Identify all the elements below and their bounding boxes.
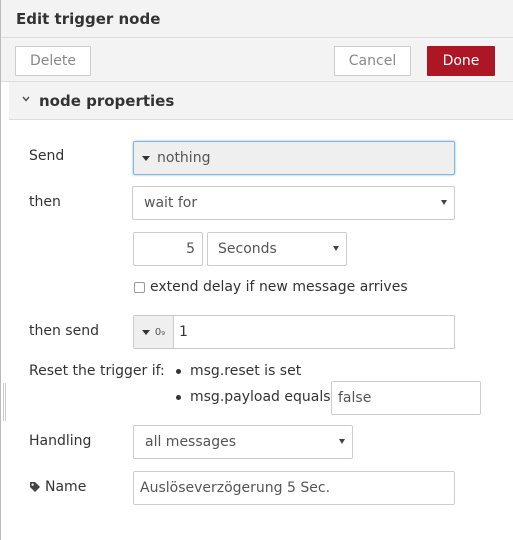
done-button[interactable]: Done xyxy=(427,46,495,76)
name-label: Name xyxy=(45,479,87,495)
cancel-button[interactable]: Cancel xyxy=(334,46,411,76)
section-title: node properties xyxy=(39,92,175,110)
caret-down-icon xyxy=(141,329,150,335)
name-input[interactable]: Auslöseverzögerung 5 Sec. xyxy=(133,471,455,505)
handling-select[interactable]: all messages xyxy=(133,425,353,459)
extend-delay-label: extend delay if new message arrives xyxy=(150,279,408,295)
handling-value: all messages xyxy=(145,434,237,450)
send-type-select[interactable]: nothing xyxy=(133,141,455,175)
bullet xyxy=(176,395,181,400)
extend-delay-checkbox[interactable] xyxy=(134,282,145,293)
reset-payload-value: false xyxy=(338,390,372,406)
tray-toolbar: Delete Cancel Done xyxy=(1,38,513,82)
handling-label: Handling xyxy=(29,433,92,449)
then-send-typed-input[interactable]: 0₉ 1 xyxy=(133,315,455,349)
number-type-icon: 0₉ xyxy=(154,326,166,338)
select-arrow-icon xyxy=(333,246,339,251)
reset-item-msg-reset: msg.reset is set xyxy=(190,363,302,379)
tray-title: Edit trigger node xyxy=(16,10,161,28)
duration-input[interactable]: 5 xyxy=(133,232,203,266)
then-label: then xyxy=(29,194,61,210)
send-value: nothing xyxy=(157,150,211,166)
bullet xyxy=(176,369,181,374)
duration-value: 5 xyxy=(186,241,195,257)
then-select[interactable]: wait for xyxy=(132,186,455,220)
node-properties-header[interactable]: node properties xyxy=(9,82,513,120)
duration-units-value: Seconds xyxy=(218,241,277,257)
resize-handle[interactable] xyxy=(3,383,6,421)
caret-down-icon xyxy=(142,155,150,161)
tray-header: Edit trigger node xyxy=(1,0,513,38)
duration-units-select[interactable]: Seconds xyxy=(207,232,347,266)
reset-payload-input[interactable]: false xyxy=(331,381,481,415)
then-send-value: 1 xyxy=(179,324,188,340)
select-arrow-icon xyxy=(339,439,345,444)
reset-label: Reset the trigger if: xyxy=(29,363,165,379)
properties-form: Send nothing then wait for 5 Seconds ext… xyxy=(9,120,513,540)
send-label: Send xyxy=(29,148,65,164)
name-value: Auslöseverzögerung 5 Sec. xyxy=(140,480,331,496)
then-send-label: then send xyxy=(29,323,99,339)
select-arrow-icon xyxy=(441,200,447,205)
delete-button[interactable]: Delete xyxy=(15,46,91,76)
then-send-type-button[interactable]: 0₉ xyxy=(134,316,174,348)
chevron-down-icon xyxy=(22,96,30,102)
then-value: wait for xyxy=(144,195,198,211)
edit-tray: Edit trigger node Delete Cancel Done nod… xyxy=(0,0,513,540)
reset-item-msg-payload: msg.payload equals xyxy=(190,389,331,405)
tag-icon xyxy=(30,482,40,492)
